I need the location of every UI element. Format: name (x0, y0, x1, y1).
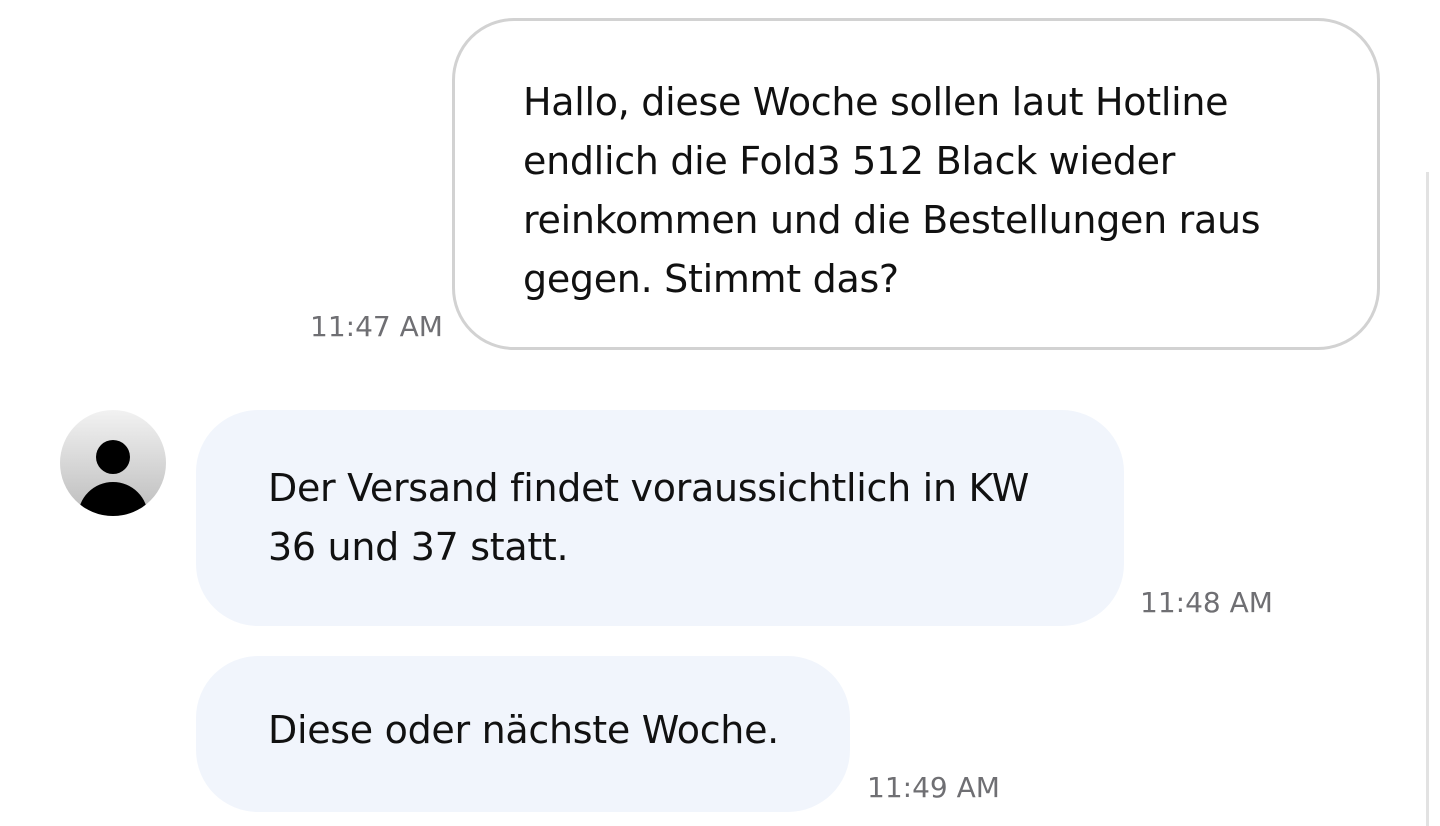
outgoing-message-bubble[interactable]: Hallo, diese Woche sollen laut Hotline e… (452, 18, 1380, 350)
message-text: Diese oder nächste Woche. (268, 708, 779, 752)
message-timestamp: 11:47 AM (310, 310, 443, 343)
message-timestamp: 11:48 AM (1140, 586, 1273, 619)
incoming-message-bubble[interactable]: Der Versand findet voraussichtlich in KW… (196, 410, 1124, 626)
message-timestamp: 11:49 AM (867, 771, 1000, 804)
chat-thread[interactable]: Hallo, diese Woche sollen laut Hotline e… (0, 0, 1440, 826)
contact-avatar[interactable] (60, 410, 166, 516)
message-text: Hallo, diese Woche sollen laut Hotline e… (523, 80, 1261, 301)
incoming-message-bubble[interactable]: Diese oder nächste Woche. (196, 656, 850, 812)
message-text: Der Versand findet voraussichtlich in KW… (268, 466, 1030, 569)
scrollbar[interactable] (1426, 172, 1429, 826)
